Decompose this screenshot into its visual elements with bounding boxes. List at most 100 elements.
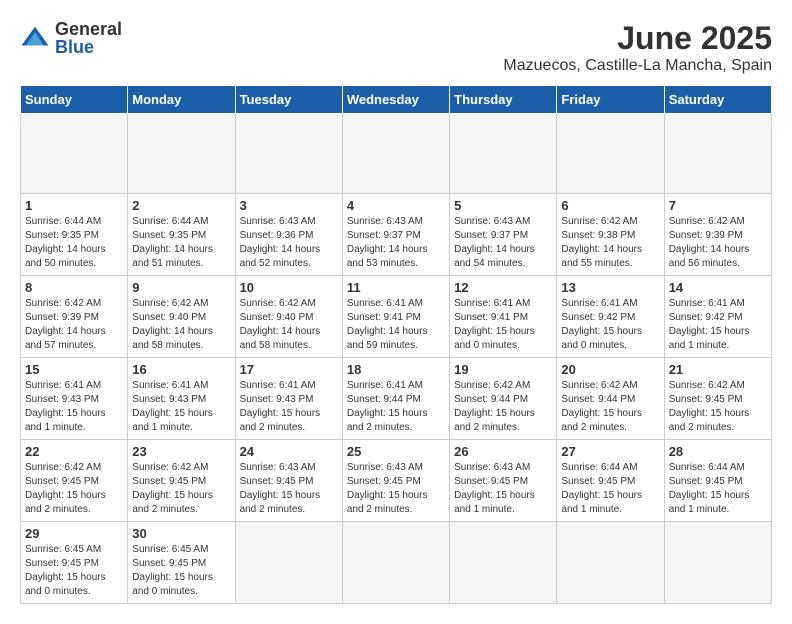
calendar-cell: 1 Sunrise: 6:44 AMSunset: 9:35 PMDaylight… — [21, 194, 128, 276]
day-info: Sunrise: 6:42 AMSunset: 9:45 PMDaylight:… — [669, 379, 767, 435]
calendar-cell: 26Sunrise: 6:43 AMSunset: 9:45 PMDayligh… — [450, 440, 557, 522]
calendar-cell: 4Sunrise: 6:43 AMSunset: 9:37 PMDaylight… — [342, 194, 449, 276]
calendar-cell — [450, 114, 557, 194]
calendar-cell: 24 Sunrise: 6:43 AMSunset: 9:45 PMDayligh… — [235, 440, 342, 522]
calendar-cell: 12Sunrise: 6:41 AMSunset: 9:41 PMDayligh… — [450, 276, 557, 358]
day-info: Sunrise: 6:43 AMSunset: 9:36 PMDaylight:… — [240, 215, 338, 271]
calendar-cell: 23Sunrise: 6:42 AMSunset: 9:45 PMDayligh… — [128, 440, 235, 522]
day-info: Sunrise: 6:44 AMSunset: 9:45 PMDaylight:… — [669, 461, 767, 517]
calendar-cell — [128, 114, 235, 194]
day-info: Sunrise: 6:42 AMSunset: 9:38 PMDaylight:… — [561, 215, 659, 271]
day-info: Sunrise: 6:43 AMSunset: 9:37 PMDaylight:… — [454, 215, 552, 271]
day-info: Sunrise: 6:42 AMSunset: 9:40 PMDaylight:… — [132, 297, 230, 353]
day-number: 29 — [25, 526, 123, 541]
calendar-cell: 21Sunrise: 6:42 AMSunset: 9:45 PMDayligh… — [664, 358, 771, 440]
day-info: Sunrise: 6:41 AMSunset: 9:43 PMDaylight:… — [132, 379, 230, 435]
day-number: 3 — [240, 198, 338, 213]
day-info: Sunrise: 6:44 AMSunset: 9:45 PMDaylight:… — [561, 461, 659, 517]
calendar-cell: 20 Sunrise: 6:42 AMSunset: 9:44 PMDayligh… — [557, 358, 664, 440]
calendar-cell: 22Sunrise: 6:42 AMSunset: 9:45 PMDayligh… — [21, 440, 128, 522]
title-area: June 2025 Mazuecos, Castille-La Mancha, … — [503, 20, 772, 75]
day-number: 2 — [132, 198, 230, 213]
calendar-cell — [21, 114, 128, 194]
calendar: SundayMondayTuesdayWednesdayThursdayFrid… — [20, 85, 772, 604]
calendar-week-1: 1 Sunrise: 6:44 AMSunset: 9:35 PMDaylight… — [21, 194, 772, 276]
day-number: 11 — [347, 280, 445, 295]
calendar-cell: 30 Sunrise: 6:45 AMSunset: 9:45 PMDayligh… — [128, 522, 235, 604]
calendar-cell: 13 Sunrise: 6:41 AMSunset: 9:42 PMDayligh… — [557, 276, 664, 358]
calendar-week-2: 8 Sunrise: 6:42 AMSunset: 9:39 PMDaylight… — [21, 276, 772, 358]
calendar-cell — [342, 522, 449, 604]
calendar-week-3: 15 Sunrise: 6:41 AMSunset: 9:43 PMDayligh… — [21, 358, 772, 440]
day-info: Sunrise: 6:45 AMSunset: 9:45 PMDaylight:… — [132, 543, 230, 599]
header: General Blue June 2025 Mazuecos, Castill… — [20, 20, 772, 75]
day-number: 30 — [132, 526, 230, 541]
calendar-cell: 10Sunrise: 6:42 AMSunset: 9:40 PMDayligh… — [235, 276, 342, 358]
day-number: 19 — [454, 362, 552, 377]
day-number: 7 — [669, 198, 767, 213]
calendar-cell — [557, 114, 664, 194]
day-info: Sunrise: 6:42 AMSunset: 9:39 PMDaylight:… — [669, 215, 767, 271]
calendar-cell: 5 Sunrise: 6:43 AMSunset: 9:37 PMDaylight… — [450, 194, 557, 276]
calendar-cell: 16 Sunrise: 6:41 AMSunset: 9:43 PMDayligh… — [128, 358, 235, 440]
calendar-cell: 15Sunrise: 6:41 AMSunset: 9:43 PMDayligh… — [21, 358, 128, 440]
logo-general-text: General — [55, 20, 122, 38]
calendar-cell — [450, 522, 557, 604]
day-number: 14 — [669, 280, 767, 295]
day-info: Sunrise: 6:43 AMSunset: 9:45 PMDaylight:… — [347, 461, 445, 517]
calendar-cell: 9 Sunrise: 6:42 AMSunset: 9:40 PMDaylight… — [128, 276, 235, 358]
day-number: 5 — [454, 198, 552, 213]
day-info: Sunrise: 6:42 AMSunset: 9:44 PMDaylight:… — [454, 379, 552, 435]
day-info: Sunrise: 6:41 AMSunset: 9:43 PMDaylight:… — [240, 379, 338, 435]
calendar-cell — [342, 114, 449, 194]
day-number: 24 — [240, 444, 338, 459]
main-title: June 2025 — [503, 20, 772, 57]
calendar-header-row: SundayMondayTuesdayWednesdayThursdayFrid… — [21, 86, 772, 114]
day-info: Sunrise: 6:42 AMSunset: 9:44 PMDaylight:… — [561, 379, 659, 435]
day-info: Sunrise: 6:41 AMSunset: 9:41 PMDaylight:… — [454, 297, 552, 353]
day-number: 9 — [132, 280, 230, 295]
logo-icon — [20, 23, 50, 53]
calendar-cell: 3 Sunrise: 6:43 AMSunset: 9:36 PMDaylight… — [235, 194, 342, 276]
day-number: 20 — [561, 362, 659, 377]
day-info: Sunrise: 6:42 AMSunset: 9:40 PMDaylight:… — [240, 297, 338, 353]
day-number: 6 — [561, 198, 659, 213]
day-number: 23 — [132, 444, 230, 459]
day-info: Sunrise: 6:41 AMSunset: 9:42 PMDaylight:… — [669, 297, 767, 353]
calendar-cell: 8 Sunrise: 6:42 AMSunset: 9:39 PMDaylight… — [21, 276, 128, 358]
calendar-cell: 19 Sunrise: 6:42 AMSunset: 9:44 PMDayligh… — [450, 358, 557, 440]
calendar-cell — [664, 522, 771, 604]
calendar-header-wednesday: Wednesday — [342, 86, 449, 114]
day-info: Sunrise: 6:42 AMSunset: 9:39 PMDaylight:… — [25, 297, 123, 353]
calendar-cell — [235, 522, 342, 604]
calendar-cell: 7 Sunrise: 6:42 AMSunset: 9:39 PMDaylight… — [664, 194, 771, 276]
day-number: 16 — [132, 362, 230, 377]
day-number: 1 — [25, 198, 123, 213]
day-info: Sunrise: 6:41 AMSunset: 9:42 PMDaylight:… — [561, 297, 659, 353]
calendar-cell: 6 Sunrise: 6:42 AMSunset: 9:38 PMDaylight… — [557, 194, 664, 276]
calendar-header-sunday: Sunday — [21, 86, 128, 114]
day-number: 8 — [25, 280, 123, 295]
calendar-header-thursday: Thursday — [450, 86, 557, 114]
calendar-cell: 27 Sunrise: 6:44 AMSunset: 9:45 PMDayligh… — [557, 440, 664, 522]
subtitle: Mazuecos, Castille-La Mancha, Spain — [503, 57, 772, 75]
calendar-header-saturday: Saturday — [664, 86, 771, 114]
logo-blue-text: Blue — [55, 38, 122, 56]
day-number: 28 — [669, 444, 767, 459]
day-number: 15 — [25, 362, 123, 377]
calendar-cell: 29Sunrise: 6:45 AMSunset: 9:45 PMDayligh… — [21, 522, 128, 604]
day-info: Sunrise: 6:43 AMSunset: 9:45 PMDaylight:… — [240, 461, 338, 517]
day-info: Sunrise: 6:41 AMSunset: 9:41 PMDaylight:… — [347, 297, 445, 353]
day-info: Sunrise: 6:44 AMSunset: 9:35 PMDaylight:… — [25, 215, 123, 271]
day-info: Sunrise: 6:43 AMSunset: 9:37 PMDaylight:… — [347, 215, 445, 271]
calendar-cell: 2Sunrise: 6:44 AMSunset: 9:35 PMDaylight… — [128, 194, 235, 276]
calendar-cell: 17Sunrise: 6:41 AMSunset: 9:43 PMDayligh… — [235, 358, 342, 440]
day-info: Sunrise: 6:41 AMSunset: 9:44 PMDaylight:… — [347, 379, 445, 435]
calendar-week-5: 29 Sunrise: 6:45 AMSunset: 9:45 PMDayligh… — [21, 522, 772, 604]
calendar-cell — [557, 522, 664, 604]
day-number: 27 — [561, 444, 659, 459]
calendar-cell — [235, 114, 342, 194]
day-number: 13 — [561, 280, 659, 295]
day-info: Sunrise: 6:43 AMSunset: 9:45 PMDaylight:… — [454, 461, 552, 517]
calendar-cell — [664, 114, 771, 194]
